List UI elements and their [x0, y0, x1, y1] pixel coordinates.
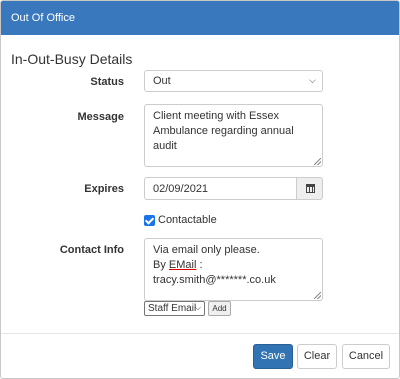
contactable-checkbox[interactable]	[144, 215, 155, 226]
chevron-down-icon: ⌵	[194, 303, 201, 312]
expires-label: Expires	[84, 183, 124, 195]
contact-type-select[interactable]: Staff Email ⌵	[144, 301, 205, 316]
message-label: Message	[77, 111, 124, 123]
out-of-office-dialog: Out Of Office In-Out-Busy Details Status…	[0, 0, 400, 379]
save-button[interactable]: Save	[253, 344, 293, 369]
contact-info-textarea[interactable]: Via email only please. By EMail : tracy.…	[144, 238, 323, 301]
calendar-button[interactable]	[297, 177, 323, 200]
contact-info-line2-prefix: By	[153, 259, 169, 271]
resize-grip-icon[interactable]	[314, 158, 321, 165]
dialog-title: Out Of Office	[11, 12, 75, 24]
contactable-label: Contactable	[158, 214, 217, 226]
message-text: Client meeting with Essex Ambulance rega…	[153, 110, 294, 152]
contact-info-email-word: EMail	[168, 259, 197, 271]
clear-button[interactable]: Clear	[297, 344, 337, 369]
section-title: In-Out-Busy Details	[11, 51, 133, 67]
expires-date-input[interactable]: 02/09/2021	[144, 177, 297, 200]
add-button[interactable]: Add	[208, 301, 231, 316]
contact-info-label: Contact Info	[59, 244, 124, 256]
contact-info-line1: Via email only please.	[153, 244, 260, 256]
contact-type-value: Staff Email	[148, 303, 197, 314]
chevron-down-icon: ⌵	[309, 75, 316, 85]
status-label: Status	[90, 76, 124, 88]
contact-info-line2: By EMail : tracy.smith@*******.co.uk	[153, 258, 314, 288]
status-value: Out	[153, 75, 171, 87]
calendar-icon	[306, 184, 315, 193]
expires-value: 02/09/2021	[153, 183, 209, 195]
status-select[interactable]: Out ⌵	[144, 70, 323, 92]
resize-grip-icon[interactable]	[314, 292, 321, 299]
cancel-button[interactable]: Cancel	[342, 344, 390, 369]
dialog-header: Out Of Office	[1, 1, 399, 35]
footer-divider	[1, 333, 399, 334]
message-textarea[interactable]: Client meeting with Essex Ambulance rega…	[144, 104, 323, 167]
